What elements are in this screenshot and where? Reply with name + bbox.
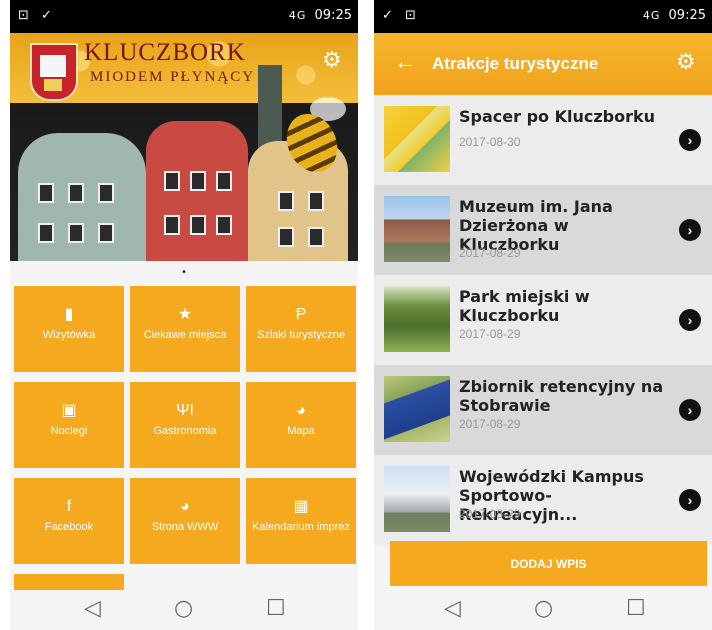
globe-icon: ◕ — [180, 498, 190, 515]
tile-label: Mapa — [287, 425, 315, 437]
app-bar: ← Atrakcje turystyczne ⚙ — [374, 33, 712, 95]
facebook-icon: f — [66, 498, 72, 515]
add-entry-button[interactable]: DODAJ WPIS — [390, 541, 707, 586]
status-bar: ✓ ⊡ 4G 09:25 — [374, 0, 712, 33]
tile-kalendarium[interactable]: ▦ Kalendarium imprez — [246, 478, 356, 564]
home-screen: ⊡ ✓ 4G 09:25 KLUCZBORK MIODEM PŁYNĄCY ⚙ … — [10, 0, 358, 630]
chevron-right-icon[interactable]: › — [679, 309, 701, 331]
list-item[interactable]: Muzeum im. Jana Dzierżona w Kluczborku 2… — [374, 185, 712, 275]
tile-label: Facebook — [44, 521, 94, 533]
system-nav-bar: ◁ ○ ☐ — [374, 590, 712, 630]
tile-facebook[interactable]: f Facebook — [14, 478, 124, 564]
status-time: 09:25 — [314, 8, 352, 23]
calendar-icon: ▦ — [293, 498, 309, 515]
attractions-screen: ✓ ⊡ 4G 09:25 ← Atrakcje turystyczne ⚙ Sp… — [374, 0, 712, 630]
back-nav-icon[interactable]: ◁ — [84, 596, 101, 621]
item-date: 2017-08-29 — [459, 327, 521, 341]
bookmark-icon: ▮ — [64, 306, 74, 323]
chevron-right-icon[interactable]: › — [679, 129, 701, 151]
tile-label: Strona WWW — [151, 521, 219, 533]
tile-label: Kalendarium imprez — [252, 521, 350, 533]
item-date: 2017-08-30 — [459, 135, 521, 149]
list-item[interactable]: Wojewódzki Kampus Sportowo-Rekreacyjn...… — [374, 455, 712, 545]
list-item[interactable]: Park miejski w Kluczborku 2017-08-29 › — [374, 275, 712, 365]
tile-szlaki[interactable]: Ᵽ Szlaki turystyczne — [246, 286, 356, 372]
item-title: Park miejski w Kluczborku — [459, 287, 590, 325]
globe-icon: ◕ — [296, 402, 306, 419]
notification-icons: ✓ ⊡ — [382, 8, 420, 23]
tile-ciekawe-miejsca[interactable]: ★ Ciekawe miejsca — [130, 286, 240, 372]
status-bar: ⊡ ✓ 4G 09:25 — [10, 0, 358, 33]
tile-noclegi[interactable]: ▣ Noclegi — [14, 382, 124, 468]
coat-of-arms-logo — [30, 43, 78, 101]
gear-icon[interactable]: ⚙ — [322, 47, 342, 73]
notification-icons: ⊡ ✓ — [18, 8, 56, 23]
item-title: Spacer po Kluczborku — [459, 107, 656, 126]
chevron-right-icon[interactable]: › — [679, 399, 701, 421]
signal-icon: 4G — [288, 9, 307, 22]
tile-mapa[interactable]: ◕ Mapa — [246, 382, 356, 468]
cutlery-icon: ΨΙ — [176, 402, 194, 419]
item-date: 2017-08-29 — [459, 246, 521, 260]
tile-gastronomia[interactable]: ΨΙ Gastronomia — [130, 382, 240, 468]
tile-strona-www[interactable]: ◕ Strona WWW — [130, 478, 240, 564]
chevron-right-icon[interactable]: › — [679, 219, 701, 241]
museum-thumbnail — [384, 196, 450, 262]
system-nav-bar: ◁ ○ ☐ — [10, 590, 358, 630]
recents-nav-icon[interactable]: ☐ — [626, 596, 646, 621]
tile-wizytowka[interactable]: ▮ Wizytówka — [14, 286, 124, 372]
recents-nav-icon[interactable]: ☐ — [266, 596, 286, 621]
townhouse-image — [146, 121, 248, 261]
tile-label: Wizytówka — [42, 329, 96, 341]
tile-label: Gastronomia — [153, 425, 217, 437]
star-icon: ★ — [177, 306, 193, 323]
home-nav-icon[interactable]: ○ — [174, 596, 193, 621]
header-banner: KLUCZBORK MIODEM PŁYNĄCY ⚙ — [10, 33, 358, 261]
campus-thumbnail — [384, 466, 450, 532]
chevron-right-icon[interactable]: › — [679, 489, 701, 511]
item-date: 2017-08-29 — [459, 507, 521, 521]
item-title: Zbiornik retencyjny na Stobrawie — [459, 377, 664, 415]
status-time: 09:25 — [668, 8, 706, 23]
home-nav-icon[interactable]: ○ — [534, 596, 553, 621]
signal-icon: 4G — [642, 9, 661, 22]
reservoir-thumbnail — [384, 376, 450, 442]
tile-label: Ciekawe miejsca — [143, 329, 227, 341]
back-nav-icon[interactable]: ◁ — [444, 596, 461, 621]
list-item[interactable]: Spacer po Kluczborku 2017-08-30 › — [374, 95, 712, 185]
tile-label: Szlaki turystyczne — [256, 329, 346, 341]
map-thumbnail — [384, 106, 450, 172]
carousel-indicator: • — [10, 261, 358, 285]
page-title: Atrakcje turystyczne — [432, 54, 599, 73]
signpost-icon: Ᵽ — [295, 306, 307, 323]
park-thumbnail — [384, 286, 450, 352]
list-item[interactable]: Zbiornik retencyjny na Stobrawie 2017-08… — [374, 365, 712, 455]
building-icon: ▣ — [61, 402, 77, 419]
city-title: KLUCZBORK — [84, 39, 246, 66]
tile-label: Noclegi — [50, 425, 88, 437]
city-subtitle: MIODEM PŁYNĄCY — [90, 69, 256, 85]
item-date: 2017-08-29 — [459, 417, 521, 431]
back-arrow-icon[interactable]: ← — [394, 49, 416, 75]
townhouse-image — [18, 133, 146, 261]
gear-icon[interactable]: ⚙ — [676, 49, 696, 75]
